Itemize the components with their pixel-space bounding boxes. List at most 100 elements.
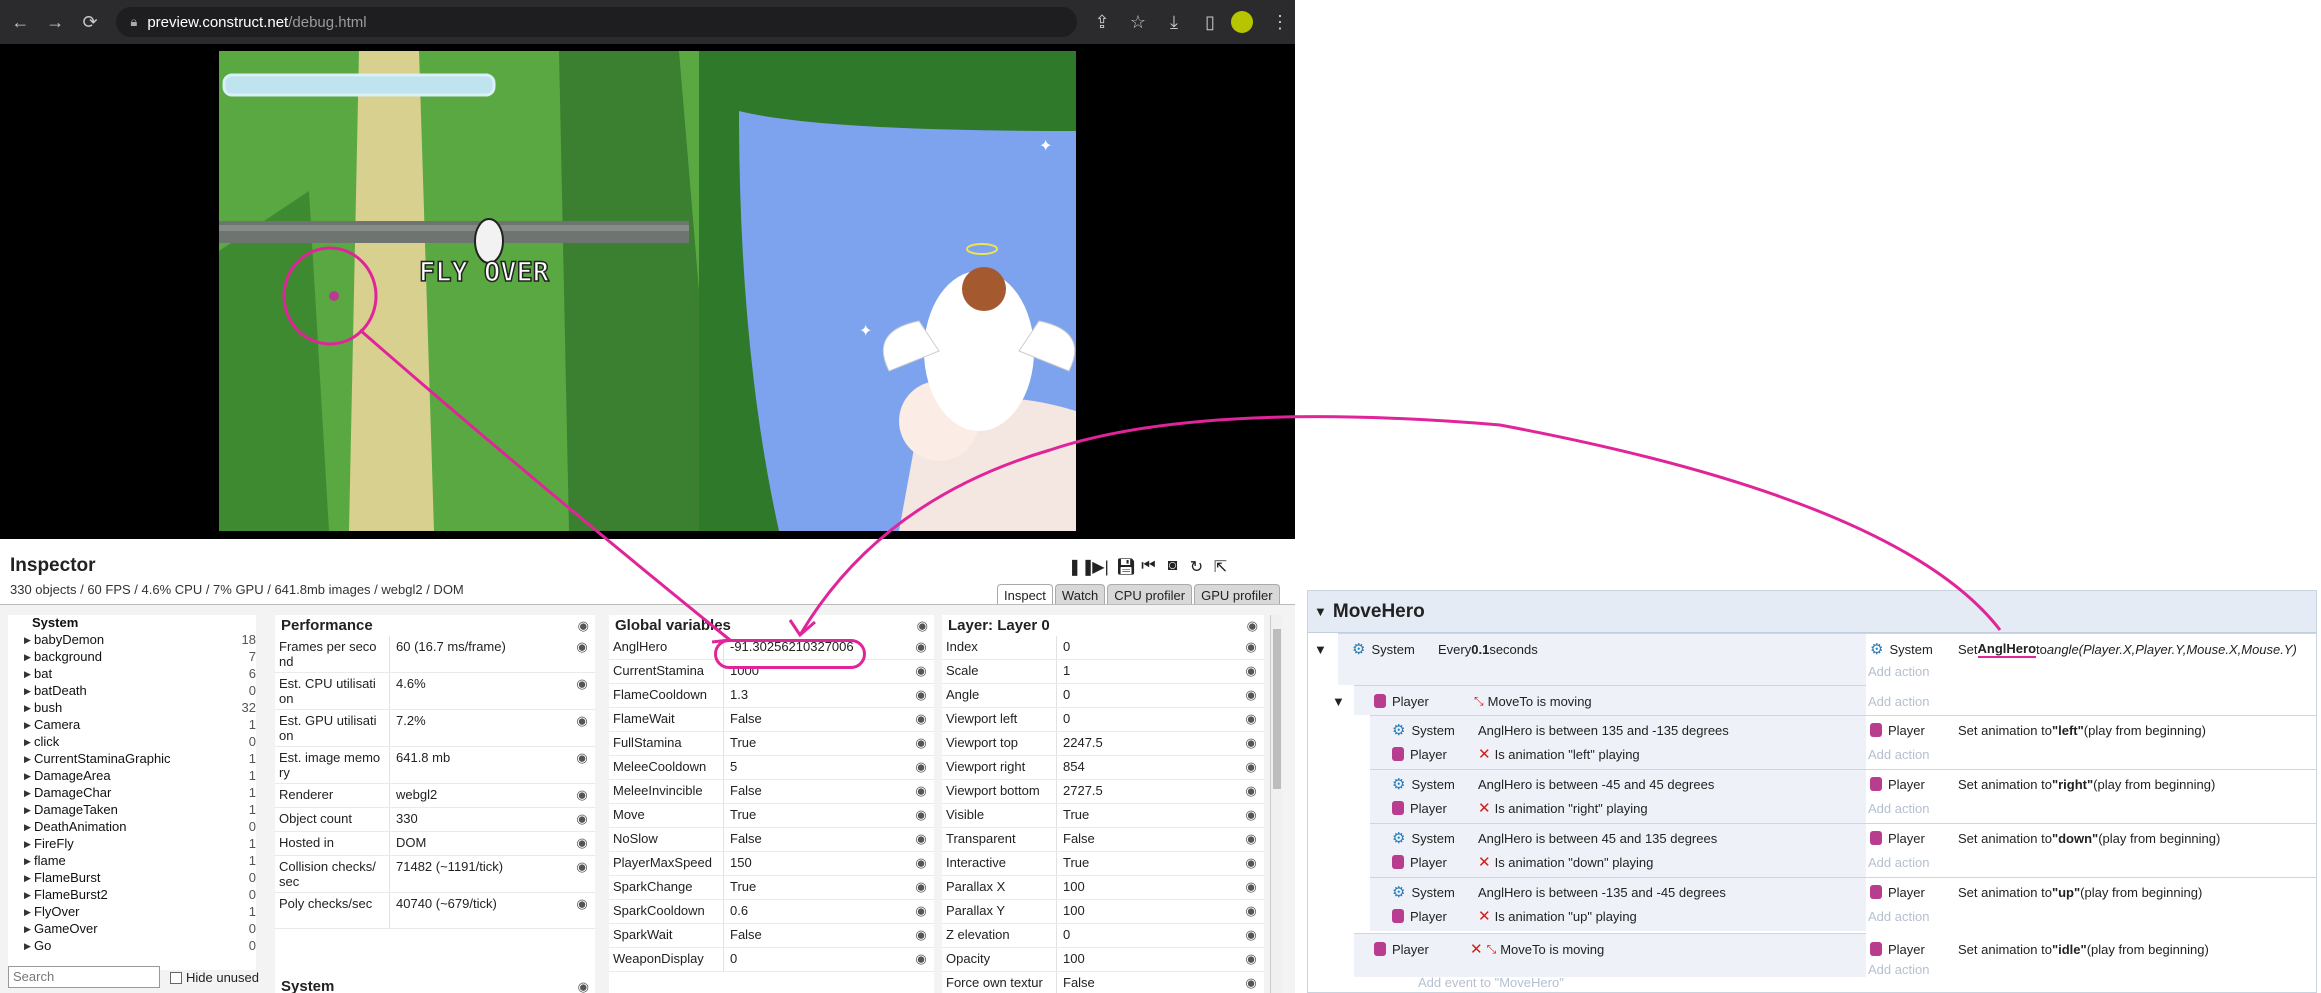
property-value[interactable]: False — [724, 708, 908, 731]
expand-icon[interactable]: ▶ — [24, 921, 34, 938]
eye-icon[interactable]: ◉ — [1238, 852, 1264, 875]
sub-event-condition-1[interactable]: AnglHero is between -135 and -45 degrees — [1478, 880, 1726, 904]
property-value[interactable]: False — [724, 780, 908, 803]
expand-icon[interactable]: ▶ — [24, 836, 34, 853]
event-1-toggle[interactable]: ▼ — [1314, 637, 1327, 661]
game-canvas[interactable]: FLY OVER ✦ ✦ — [219, 51, 1076, 531]
property-value[interactable]: 4.6% — [390, 673, 569, 709]
property-value[interactable]: True — [1057, 804, 1238, 827]
object-list-header[interactable]: System — [8, 615, 256, 632]
eye-icon[interactable]: ◉ — [908, 732, 934, 755]
object-list-item[interactable]: ▶ GameOver 0 — [8, 921, 256, 938]
sub-event-action[interactable]: Set animation to "down" (play from begin… — [1958, 826, 2220, 850]
expand-icon[interactable]: ▶ — [24, 768, 34, 785]
tab-inspect[interactable]: Inspect — [997, 584, 1053, 606]
property-value[interactable]: 7.2% — [390, 710, 569, 746]
eye-icon[interactable]: ◉ — [908, 948, 934, 971]
property-value[interactable]: True — [724, 804, 908, 827]
eye-icon[interactable]: ◉ — [578, 979, 589, 993]
object-list-item[interactable]: ▶ background 7 — [8, 649, 256, 666]
pause-icon[interactable]: ❚❚ — [1068, 557, 1095, 577]
object-list-item[interactable]: ▶ FireFly 1 — [8, 836, 256, 853]
expand-icon[interactable]: ▶ — [24, 887, 34, 904]
address-bar[interactable]: 🔒︎ preview.construct.net/debug.html — [116, 7, 1077, 37]
eye-icon[interactable]: ◉ — [908, 708, 934, 731]
property-value[interactable]: 2247.5 — [1057, 732, 1238, 755]
eye-icon[interactable]: ◉ — [569, 808, 595, 831]
eye-icon[interactable]: ◉ — [1238, 636, 1264, 659]
object-list-item[interactable]: ▶ Go 0 — [8, 938, 256, 955]
eye-icon[interactable]: ◉ — [569, 747, 595, 783]
event-last-action[interactable]: Set animation to "idle" (play from begin… — [1958, 937, 2209, 961]
add-action-link[interactable]: Add action — [1868, 796, 1929, 820]
event-1-action[interactable]: Set AnglHero to angle(Player.X,Player.Y,… — [1958, 637, 2297, 661]
collapse-icon[interactable]: ▼ — [1314, 604, 1327, 619]
expand-icon[interactable]: ▶ — [24, 632, 34, 649]
eye-icon[interactable]: ◉ — [569, 710, 595, 746]
save-icon[interactable]: 💾︎ — [1116, 557, 1136, 577]
eye-icon[interactable]: ◉ — [908, 900, 934, 923]
event-group-header[interactable]: ▼ MoveHero — [1308, 591, 2316, 633]
eye-icon[interactable]: ◉ — [908, 660, 934, 683]
inspector-scrollbar[interactable] — [1270, 615, 1282, 993]
eye-icon[interactable]: ◉ — [1238, 924, 1264, 947]
property-value[interactable]: 330 — [390, 808, 569, 831]
eye-icon[interactable]: ◉ — [1238, 828, 1264, 851]
eye-icon[interactable]: ◉ — [1238, 804, 1264, 827]
popout-icon[interactable]: ⇱ — [1212, 557, 1229, 577]
object-list-item[interactable]: ▶ bat 6 — [8, 666, 256, 683]
property-value[interactable]: 100 — [1057, 900, 1238, 923]
eye-icon[interactable]: ◉ — [1238, 876, 1264, 899]
property-value[interactable]: 0 — [1057, 684, 1238, 707]
sub-event-condition-1[interactable]: AnglHero is between -45 and 45 degrees — [1478, 772, 1714, 796]
add-action-link[interactable]: Add action — [1868, 904, 1929, 928]
eye-icon[interactable]: ◉ — [908, 852, 934, 875]
object-list-item[interactable]: ▶ DamageArea 1 — [8, 768, 256, 785]
expand-icon[interactable]: ▶ — [24, 717, 34, 734]
eye-icon[interactable]: ◉ — [1238, 972, 1264, 993]
sidebar-icon[interactable]: ▯ — [1195, 7, 1225, 37]
eye-icon[interactable]: ◉ — [1238, 708, 1264, 731]
property-value[interactable]: 5 — [724, 756, 908, 779]
expand-icon[interactable]: ▶ — [24, 938, 34, 955]
eye-icon[interactable]: ◉ — [1238, 660, 1264, 683]
property-value[interactable]: False — [724, 924, 908, 947]
property-value[interactable]: 641.8 mb — [390, 747, 569, 783]
object-list-item[interactable]: ▶ FlameBurst2 0 — [8, 887, 256, 904]
sub-event-condition-2[interactable]: ✕ Is animation "up" playing — [1478, 904, 1637, 928]
reload-icon[interactable]: ⟳ — [76, 7, 105, 37]
eye-icon[interactable]: ◉ — [1238, 948, 1264, 971]
property-value[interactable]: True — [724, 876, 908, 899]
share-icon[interactable]: ⇪ — [1087, 7, 1117, 37]
expand-icon[interactable]: ▶ — [24, 870, 34, 887]
hide-unused-checkbox[interactable]: Hide unused — [170, 970, 259, 985]
screenshot-icon[interactable]: ◙ — [1164, 557, 1181, 577]
property-value[interactable]: True — [724, 732, 908, 755]
object-list-item[interactable]: ▶ DamageChar 1 — [8, 785, 256, 802]
back-icon[interactable]: ← — [6, 7, 35, 37]
event-1-condition[interactable]: Every 0.1 seconds — [1438, 637, 1538, 661]
object-list-item[interactable]: ▶ click 0 — [8, 734, 256, 751]
property-value[interactable]: 854 — [1057, 756, 1238, 779]
eye-icon[interactable]: ◉ — [1238, 732, 1264, 755]
reload-icon[interactable]: ↻ — [1188, 557, 1205, 577]
expand-icon[interactable]: ▶ — [24, 802, 34, 819]
property-value[interactable]: webgl2 — [390, 784, 569, 807]
object-list-item[interactable]: ▶ DamageTaken 1 — [8, 802, 256, 819]
object-list-item[interactable]: ▶ FlyOver 1 — [8, 904, 256, 921]
event-2-condition[interactable]: ⤡ MoveTo is moving — [1474, 689, 1592, 713]
expand-icon[interactable]: ▶ — [24, 785, 34, 802]
property-value[interactable]: 60 (16.7 ms/frame) — [390, 636, 569, 672]
scroll-thumb[interactable] — [1273, 629, 1281, 789]
tab-cpu-profiler[interactable]: CPU profiler — [1107, 584, 1193, 606]
eye-icon[interactable]: ◉ — [917, 618, 928, 634]
tab-watch[interactable]: Watch — [1054, 584, 1106, 606]
add-action-link[interactable]: Add action — [1868, 659, 1929, 683]
eye-icon[interactable]: ◉ — [1238, 780, 1264, 803]
eye-icon[interactable]: ◉ — [908, 876, 934, 899]
property-value[interactable]: True — [1057, 852, 1238, 875]
eye-icon[interactable]: ◉ — [569, 893, 595, 928]
event-2-conditions[interactable] — [1354, 685, 1866, 715]
sub-event-action[interactable]: Set animation to "left" (play from begin… — [1958, 718, 2206, 742]
add-action-link[interactable]: Add action — [1868, 689, 1929, 713]
